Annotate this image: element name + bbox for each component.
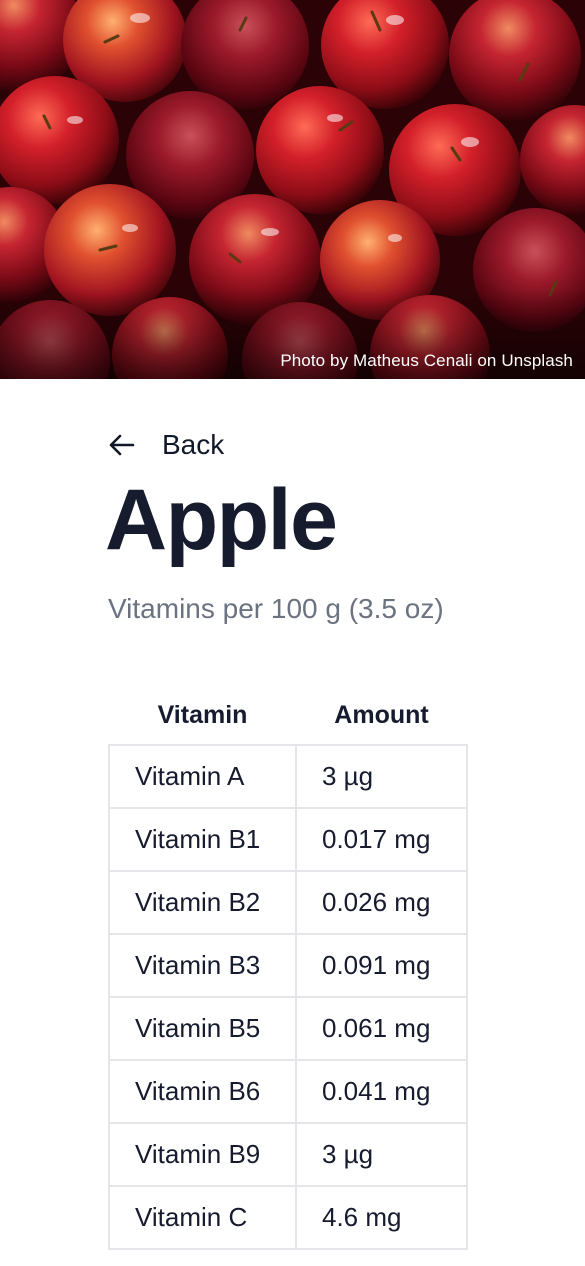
vitamin-cell: Vitamin B9: [108, 1122, 297, 1187]
amount-cell: 0.091 mg: [295, 933, 468, 998]
vitamin-cell: Vitamin B2: [108, 870, 297, 935]
arrow-left-icon: [108, 431, 136, 459]
table-row: Vitamin C 4.6 mg: [108, 1185, 468, 1250]
vitamins-table: Vitamin Amount Vitamin A 3 µg Vitamin B1…: [108, 686, 468, 1250]
table-row: Vitamin B1 0.017 mg: [108, 807, 468, 872]
table-header-row: Vitamin Amount: [109, 686, 467, 745]
vitamin-cell: Vitamin C: [108, 1185, 297, 1250]
column-header-amount: Amount: [334, 700, 429, 729]
vitamin-cell: Vitamin B3: [108, 933, 297, 998]
page-subtitle: Vitamins per 100 g (3.5 oz): [108, 593, 444, 624]
vitamin-cell: Vitamin B5: [108, 996, 297, 1061]
page-title: Apple: [105, 472, 338, 568]
page: Photo by Matheus Cenali on Unsplash Back…: [0, 0, 585, 1266]
vitamin-cell: Vitamin B1: [108, 807, 297, 872]
table-body: Vitamin A 3 µg Vitamin B1 0.017 mg Vitam…: [108, 744, 468, 1250]
amount-cell: 0.061 mg: [295, 996, 468, 1061]
table-row: Vitamin B9 3 µg: [108, 1122, 468, 1187]
amount-cell: 0.026 mg: [295, 870, 468, 935]
table-row: Vitamin B2 0.026 mg: [108, 870, 468, 935]
hero-image: Photo by Matheus Cenali on Unsplash: [0, 0, 585, 379]
photo-credit[interactable]: Photo by Matheus Cenali on Unsplash: [280, 351, 573, 371]
column-header-vitamin: Vitamin: [157, 700, 248, 729]
table-row: Vitamin B5 0.061 mg: [108, 996, 468, 1061]
amount-cell: 0.017 mg: [295, 807, 468, 872]
table-header: Vitamin Amount: [109, 686, 467, 745]
amount-cell: 3 µg: [295, 744, 468, 809]
back-label: Back: [162, 429, 225, 460]
amount-cell: 0.041 mg: [295, 1059, 468, 1124]
table-row: Vitamin A 3 µg: [108, 744, 468, 809]
table-row: Vitamin B3 0.091 mg: [108, 933, 468, 998]
table-row: Vitamin B6 0.041 mg: [108, 1059, 468, 1124]
amount-cell: 4.6 mg: [295, 1185, 468, 1250]
back-button[interactable]: Back: [108, 429, 224, 461]
vitamin-cell: Vitamin B6: [108, 1059, 297, 1124]
vitamin-cell: Vitamin A: [108, 744, 297, 809]
amount-cell: 3 µg: [295, 1122, 468, 1187]
